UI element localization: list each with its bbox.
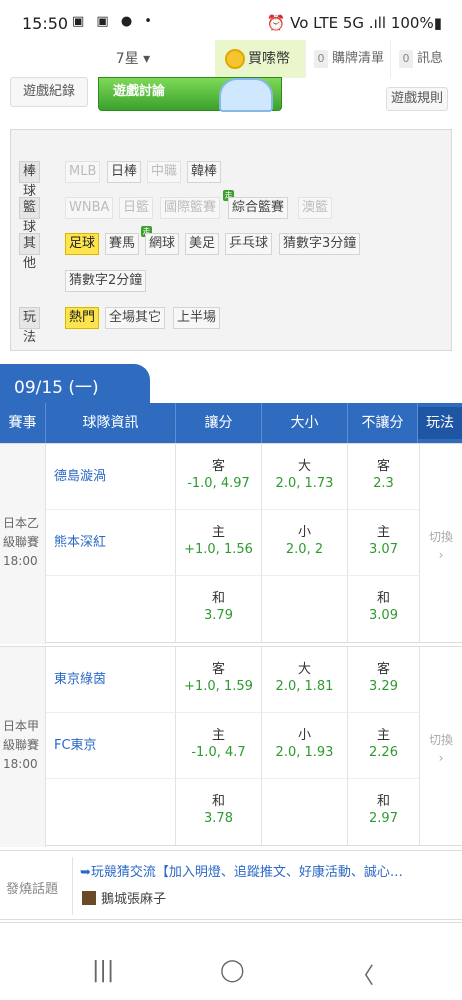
match-time: 18:00	[3, 757, 38, 771]
chip-full-time-other[interactable]: 全場其它	[105, 307, 166, 329]
filter-label: 棒球	[19, 161, 41, 199]
filter-label: 其他	[19, 233, 41, 271]
col-handicap: 讓分	[176, 403, 262, 443]
message-count-badge: 0	[399, 50, 413, 68]
top-nav: 7星 ▾ 買嗦幣 0 購牌清單 0 訊息	[0, 40, 462, 78]
date-header: 09/15 (一)	[0, 364, 462, 404]
match-row: 日本甲 級聯賽 18:00 東京綠茵 FC東京 客 +1.0, 1.59 大 2.0…	[0, 646, 462, 847]
messages-label: 訊息	[417, 51, 444, 66]
chip-japan-basketball[interactable]: 日籃	[119, 197, 154, 219]
chip-hot[interactable]: 熱門	[65, 307, 100, 329]
chip-tennis[interactable]: 網球	[145, 233, 180, 255]
chip-first-half[interactable]: 上半場	[173, 307, 221, 329]
chip-japan-baseball[interactable]: 日棒	[107, 161, 142, 183]
odds-cell[interactable]: 客 +1.0, 1.59	[176, 647, 262, 713]
status-bar: 15:50 ▣ ▣ ● • ⏰ Vo LTE 5G .ıll 100%▮	[0, 0, 462, 40]
system-indicators: ⏰ Vo LTE 5G .ıll 100%▮	[266, 14, 442, 32]
home-team[interactable]: 德島漩渦	[46, 444, 176, 510]
col-league: 賽事	[0, 403, 46, 443]
mascot-icon	[219, 78, 273, 112]
odds-cell[interactable]: 客 3.29	[348, 647, 420, 713]
chip-kbo[interactable]: 韓棒	[187, 161, 222, 183]
messages-button[interactable]: 0 訊息	[390, 40, 462, 78]
chevron-right-icon: ›	[438, 548, 444, 562]
table-header: 賽事 球隊資訊 讓分 大小 不讓分 玩法	[0, 403, 462, 443]
away-team[interactable]: 熊本深紅	[46, 510, 176, 576]
back-icon[interactable]: 〈	[352, 958, 374, 990]
star-level-select[interactable]: 7星 ▾	[102, 40, 164, 78]
odds-cell[interactable]: 主 -1.0, 4.7	[176, 713, 262, 779]
odds-cell[interactable]: 小 2.0, 1.93	[262, 713, 348, 779]
odds-cell[interactable]: 主 2.26	[348, 713, 420, 779]
odds-cell[interactable]: 和 3.78	[176, 779, 262, 845]
col-play-type[interactable]: 玩法	[418, 407, 462, 439]
filter-label: 籃球	[19, 197, 41, 235]
coin-label: 買嗦幣	[248, 51, 290, 67]
odds-cell[interactable]: 大 2.0, 1.73	[262, 444, 348, 510]
away-team[interactable]: FC東京	[46, 713, 176, 779]
coin-icon	[225, 49, 245, 69]
cart-label: 購牌清單	[332, 51, 385, 66]
col-team: 球隊資訊	[46, 403, 176, 443]
avatar	[82, 891, 96, 905]
recent-apps-icon[interactable]: |||	[92, 958, 114, 983]
chip-australia-basketball[interactable]: 澳籃	[298, 197, 333, 219]
chip-american-football[interactable]: 美足	[185, 233, 220, 255]
home-team[interactable]: 東京綠茵	[46, 647, 176, 713]
odds-cell[interactable]: 和 3.79	[176, 576, 262, 642]
game-rules-button[interactable]: 遊戲規則	[386, 87, 448, 111]
game-forum-button[interactable]: 遊戲討論	[98, 77, 282, 112]
chip-intl-basketball[interactable]: 國際籃賽	[160, 197, 221, 219]
match-date: 09/15 (一)	[14, 378, 99, 398]
chip-cpbl[interactable]: 中職	[147, 161, 182, 183]
chip-horse-racing[interactable]: 賽馬	[105, 233, 140, 255]
hot-topic: 發燒話題 ➥玩競猜交流【加入明燈、追蹤推文、好康活動、誠心… 鵝城張麻子	[0, 850, 462, 920]
filter-label: 玩法	[19, 307, 41, 345]
sport-filter-panel: 棒球 MLB 日棒 中職 韓棒 籃球 WNBA 日籃 國際籃賽 走 綜合籃賽 澳…	[10, 129, 452, 351]
clock: 15:50	[22, 14, 69, 33]
chip-soccer[interactable]: 足球	[65, 233, 100, 255]
hot-topic-label: 發燒話題	[6, 882, 59, 897]
notification-icons: ▣ ▣ ● •	[72, 14, 156, 29]
odds-cell[interactable]: 主 3.07	[348, 510, 420, 576]
match-time: 18:00	[3, 554, 38, 568]
home-icon[interactable]: ◯	[220, 958, 245, 983]
col-over-under: 大小	[262, 403, 348, 443]
hot-topic-author[interactable]: 鵝城張麻子	[82, 888, 166, 907]
system-nav-bar: ||| ◯ 〈	[0, 944, 462, 1000]
chip-table-tennis[interactable]: 乒乓球	[225, 233, 273, 255]
switch-button[interactable]: 切換 ›	[420, 647, 462, 847]
game-record-button[interactable]: 遊戲紀錄	[10, 77, 88, 107]
odds-cell[interactable]: 客 2.3	[348, 444, 420, 510]
odds-cell[interactable]: 和 3.09	[348, 576, 420, 642]
coin-button[interactable]: 買嗦幣	[215, 40, 305, 78]
odds-cell[interactable]: 大 2.0, 1.81	[262, 647, 348, 713]
hot-topic-link[interactable]: ➥玩競猜交流【加入明燈、追蹤推文、好康活動、誠心…	[80, 861, 454, 880]
col-moneyline: 不讓分	[348, 403, 418, 443]
chip-guess-number-3min[interactable]: 猜數字3分鐘	[279, 233, 361, 255]
league-info: 日本乙 級聯賽 18:00	[0, 444, 46, 644]
cart-count-badge: 0	[314, 50, 328, 68]
odds-cell[interactable]: 小 2.0, 2	[262, 510, 348, 576]
odds-cell[interactable]: 主 +1.0, 1.56	[176, 510, 262, 576]
league-info: 日本甲 級聯賽 18:00	[0, 647, 46, 847]
chip-guess-number-2min[interactable]: 猜數字2分鐘	[65, 270, 147, 292]
chip-wnba[interactable]: WNBA	[65, 197, 114, 219]
chevron-right-icon: ›	[438, 751, 444, 765]
odds-cell[interactable]: 和 2.97	[348, 779, 420, 845]
chip-mlb[interactable]: MLB	[65, 161, 101, 183]
odds-cell[interactable]: 客 -1.0, 4.97	[176, 444, 262, 510]
cart-button[interactable]: 0 購牌清單	[305, 40, 387, 78]
chip-mixed-basketball[interactable]: 綜合籃賽	[228, 197, 289, 219]
switch-button[interactable]: 切換 ›	[420, 444, 462, 644]
forum-label: 遊戲討論	[113, 84, 166, 99]
match-row: 日本乙 級聯賽 18:00 德島漩渦 熊本深紅 客 -1.0, 4.97 大 2.0…	[0, 443, 462, 644]
